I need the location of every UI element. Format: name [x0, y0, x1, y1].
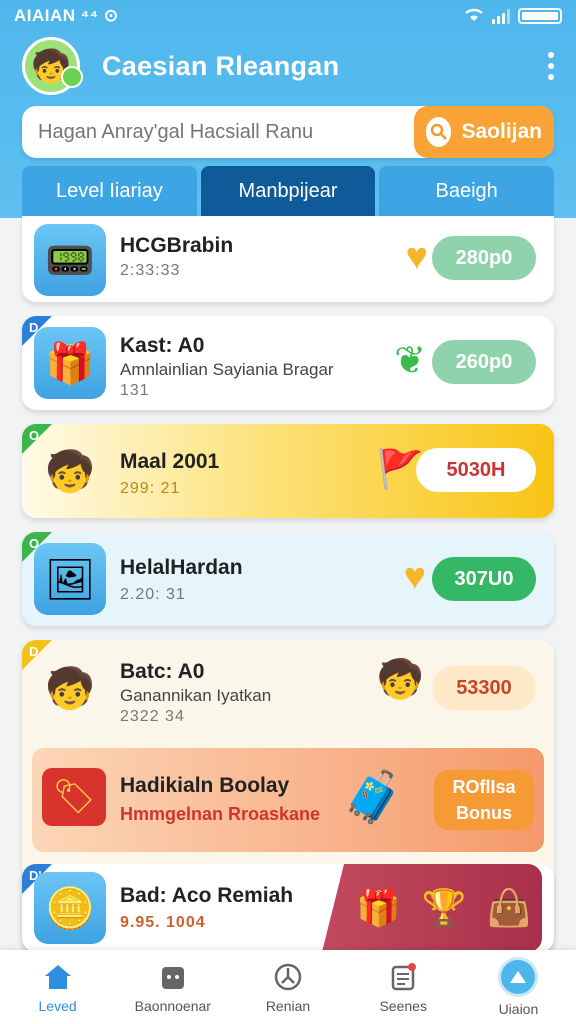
list-item[interactable]: D 🎁 Kast: A0 Amnlainlian Sayiania Bragar… — [22, 316, 554, 410]
tab-bar: Level Iiariay Manbpijear Baeigh — [22, 166, 555, 216]
nav-label: Leved — [38, 998, 77, 1014]
nav-label: Baonnoenar — [134, 998, 211, 1014]
list-item-title: Kast: A0 — [120, 334, 205, 357]
compass-icon — [271, 960, 305, 994]
nav-item-seenes[interactable]: Seenes — [346, 950, 461, 1024]
battery-icon — [518, 8, 562, 24]
nav-label: Seenes — [379, 998, 427, 1014]
cat-icon — [156, 960, 190, 994]
home-icon — [41, 960, 75, 994]
promo-banner[interactable]: 🏷 Hadikialn Boolay Hmmgelnan Rroaskane 🧳… — [32, 748, 544, 852]
rewards-banner: 🎁 🏆 👜 — [322, 864, 542, 952]
list-item-title: Batc: A0 — [120, 660, 205, 683]
kid-with-flag-icon: 🧒 — [376, 659, 424, 701]
points-pill[interactable]: 307U0 — [432, 557, 536, 601]
kid-character-icon: 🧒 — [45, 449, 95, 494]
status-bar: AIAIAN ⁴⁴ ⊙ — [0, 0, 576, 32]
list-item-subtitle: Amnlainlian Sayiania Bragar — [120, 360, 334, 379]
list-item-meta: 2322 34 — [120, 708, 185, 725]
gift-box-icon: 🎁 — [356, 887, 402, 928]
notes-icon — [386, 960, 420, 994]
nav-item-uiaion[interactable]: Uiaion — [461, 950, 576, 1024]
list-item-subtitle: Ganannikan Iyatkan — [120, 686, 272, 705]
page-title: Caesian Rleangan — [102, 50, 340, 81]
photo-frame-icon: 🖼 — [34, 543, 106, 615]
search-bar: Saolijan — [22, 106, 554, 158]
list-item-meta: 299: 21 — [120, 480, 181, 497]
search-icon — [426, 117, 452, 147]
list-item[interactable]: D' 🪙 Bad: Aco Remiah 9.95. 1004 🎁 🏆 👜 — [22, 864, 554, 952]
search-button[interactable]: Saolijan — [414, 106, 554, 158]
bonus-button-top-label: ROflIsa — [452, 777, 516, 797]
more-options-icon[interactable] — [548, 52, 554, 80]
list-item[interactable]: O 🧒 Maal 2001 299: 21 🚩 5030H — [22, 424, 554, 518]
leaf-icon: ❦ — [394, 340, 426, 382]
signal-icon — [492, 8, 510, 24]
points-pill[interactable]: 260p0 — [432, 340, 536, 384]
search-button-label: Saolijan — [461, 120, 542, 143]
list-item-meta: 2:33:33 — [120, 262, 181, 279]
nav-item-baonnoenar[interactable]: Baonnoenar — [115, 950, 230, 1024]
nav-item-leved[interactable]: Leved — [0, 950, 115, 1024]
tablet-icon: 📟 — [34, 224, 106, 296]
promo-title: Hadikialn Boolay — [120, 774, 290, 797]
tab-level[interactable]: Level Iiariay — [22, 166, 197, 216]
list-item-title: HelalHardan — [120, 556, 243, 579]
wifi-icon — [464, 6, 484, 27]
gift-chest-icon: 🎁 — [34, 327, 106, 399]
promo-subtitle: Hmmgelnan Rroaskane — [120, 804, 321, 824]
trophy-icon: 🏆 — [421, 887, 467, 928]
list-item[interactable]: 📟 HCGBrabin 2:33:33 ♥ 280p0 — [22, 216, 554, 302]
list-item-title: Maal 2001 — [120, 450, 220, 473]
nav-label: Uiaion — [498, 1001, 539, 1017]
list-item-title: HCGBrabin — [120, 234, 234, 257]
bonus-button-label: Bonus — [456, 803, 512, 823]
app-header: 🧒 Caesian Rleangan — [0, 36, 576, 96]
list-item-meta: 131 — [120, 382, 150, 399]
tab-manbpijear[interactable]: Manbpijear — [200, 166, 376, 216]
bottom-nav: Leved Baonnoenar Renian Seenes Uiaion — [0, 950, 576, 1024]
online-dot-icon — [61, 66, 83, 88]
suitcase-icon: 🧳 — [342, 769, 405, 825]
ribbon-badge-icon: 🏷 — [42, 768, 106, 826]
tab-baeigh[interactable]: Baeigh — [379, 166, 555, 216]
list-item[interactable]: O 🖼 HelalHardan 2.20: 31 ♥ 307U0 — [22, 532, 554, 626]
bag-icon: 👜 — [486, 887, 532, 928]
reward-meta: 9.95. 1004 — [120, 914, 206, 931]
bonus-button[interactable]: ROflIsa Bonus — [434, 770, 534, 830]
heart-badge-icon: ♥ — [403, 556, 426, 598]
points-pill[interactable]: 53300 — [432, 666, 536, 710]
points-pill[interactable]: 5030H — [416, 448, 536, 492]
kid-character-icon: 🧒 — [45, 666, 95, 711]
nav-label: Renian — [265, 998, 311, 1014]
gold-coin-icon: 🪙 — [34, 872, 106, 944]
nav-item-renian[interactable]: Renian — [230, 950, 345, 1024]
reward-title: Bad: Aco Remiah — [120, 884, 294, 907]
list-item-meta: 2.20: 31 — [120, 586, 186, 603]
profile-icon — [498, 957, 539, 997]
heart-icon: ♥ — [405, 236, 428, 278]
points-pill[interactable]: 280p0 — [432, 236, 536, 280]
avatar[interactable]: 🧒 — [22, 37, 83, 95]
search-input[interactable] — [22, 120, 414, 144]
status-time: AIAIAN ⁴⁴ ⊙ — [14, 6, 119, 25]
